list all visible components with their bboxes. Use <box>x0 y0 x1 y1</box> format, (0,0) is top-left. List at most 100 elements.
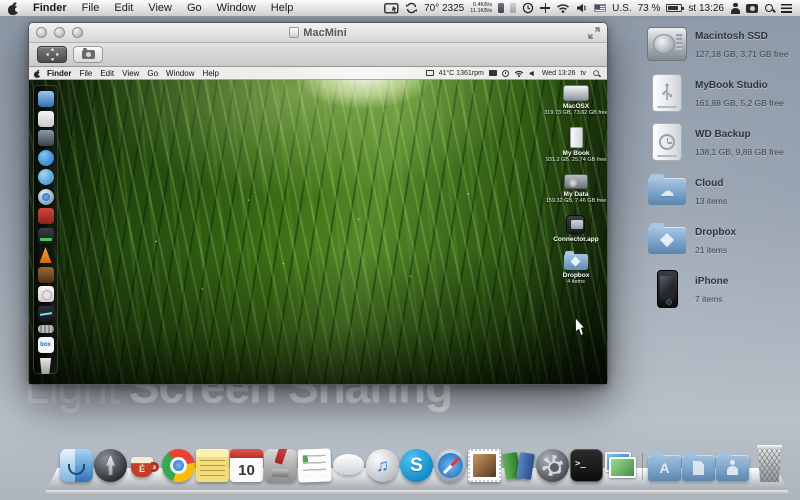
notification-center-icon[interactable] <box>781 4 792 13</box>
remote-icon-dropbox[interactable]: Dropbox 4 items <box>563 254 590 285</box>
keyboard-layout-status[interactable]: U.S. <box>612 3 631 14</box>
dock-screen-sharing-icon[interactable] <box>604 449 637 482</box>
zoom-button[interactable] <box>72 27 83 38</box>
dock-launchpad-icon[interactable] <box>94 449 127 482</box>
dropbox-folder-icon <box>564 254 588 270</box>
remote-display-status-icon[interactable] <box>426 70 434 76</box>
window-titlebar[interactable]: MacMini <box>29 23 607 43</box>
remote-dock-browser-icon[interactable] <box>38 169 54 185</box>
menu-go[interactable]: Go <box>187 2 202 14</box>
sync-status-icon[interactable] <box>405 2 418 14</box>
apple-menu-icon[interactable] <box>8 3 19 15</box>
desktop-icon-wd-backup[interactable]: WD Backup 138,1 GB, 9,88 GB free <box>646 122 798 162</box>
remote-dock-itunes-icon[interactable] <box>38 150 54 166</box>
remote-icon-connector[interactable]: Connector.app <box>553 215 599 243</box>
remote-screen-status-icon[interactable] <box>489 70 497 76</box>
iphone-status-icon[interactable] <box>498 3 504 13</box>
remote-wifi-icon[interactable] <box>514 70 524 77</box>
desktop-icon-cloud[interactable]: ☁ Cloud 13 items <box>646 171 798 211</box>
dock-utility-icon[interactable] <box>264 449 297 482</box>
remote-apple-menu-icon[interactable] <box>34 70 41 77</box>
battery-icon[interactable] <box>666 4 682 12</box>
remote-icon-mydata[interactable]: My Data 159.32 GB, 7.46 GB free <box>546 174 607 204</box>
remote-volume-icon[interactable] <box>529 70 537 77</box>
dock-chrome-icon[interactable] <box>162 449 195 482</box>
temperature-status[interactable]: 70° 2325 <box>424 3 464 14</box>
dock-preferences-icon[interactable] <box>536 449 569 482</box>
dock-skype-icon[interactable]: S <box>400 449 433 482</box>
menu-file[interactable]: File <box>82 2 100 14</box>
menu-window[interactable]: Window <box>217 2 256 14</box>
remote-menu-finder[interactable]: Finder <box>47 69 71 78</box>
remote-dock-safari-icon[interactable] <box>38 189 54 205</box>
network-speed-status[interactable]: 0.4KB/s 11.1KB/s <box>470 2 492 14</box>
desktop-icon-dropbox[interactable]: Dropbox 21 items <box>646 220 798 260</box>
close-button[interactable] <box>36 27 47 38</box>
remote-dock-activity-monitor-icon[interactable] <box>38 306 54 322</box>
spotlight-search-icon[interactable] <box>764 3 775 14</box>
remote-sensors-status[interactable]: 41°C 1361rpm <box>439 70 484 77</box>
dock-reminders-icon[interactable] <box>297 448 331 482</box>
ipad-status-icon[interactable] <box>510 3 516 13</box>
remote-dock-media-app-icon[interactable] <box>38 267 54 283</box>
dock-documents-folder-icon[interactable] <box>682 455 715 481</box>
dock-notes-icon[interactable] <box>196 449 229 482</box>
external-drive-icon <box>570 127 583 148</box>
scale-screen-button[interactable] <box>37 46 67 63</box>
remote-menu-go[interactable]: Go <box>147 69 158 78</box>
screenshot-button[interactable] <box>73 46 103 63</box>
battery-percentage[interactable]: 73 % <box>638 3 661 14</box>
camera-status-icon[interactable] <box>746 4 758 13</box>
menu-help[interactable]: Help <box>271 2 294 14</box>
remote-menu-edit[interactable]: Edit <box>100 69 114 78</box>
remote-icon-mybook[interactable]: My Book 931.2 GB, 25.74 GB free <box>546 127 607 163</box>
menu-edit[interactable]: Edit <box>114 2 133 14</box>
remote-icon-macosx[interactable]: MacOSX 319.73 GB, 73.62 GB free <box>544 85 607 116</box>
menu-finder[interactable]: Finder <box>33 2 67 14</box>
remote-dock-mail-icon[interactable] <box>38 111 54 127</box>
remote-dock-vlc-icon[interactable] <box>38 247 54 263</box>
dock-library-icon[interactable] <box>502 449 535 482</box>
remote-dock-frontrow-icon[interactable] <box>38 208 54 224</box>
dock-users-folder-icon[interactable] <box>716 455 749 481</box>
remote-dock-finder-icon[interactable] <box>38 91 54 107</box>
desktop-icon-iphone[interactable]: iPhone 7 items <box>646 269 798 309</box>
minimize-button[interactable] <box>54 27 65 38</box>
dock-safari-icon[interactable] <box>434 449 467 482</box>
remote-spotlight-icon[interactable] <box>593 69 601 77</box>
remote-user-status[interactable]: tv <box>581 70 586 77</box>
remote-menu-clock[interactable]: Wed 13:26 <box>542 70 576 77</box>
menu-view[interactable]: View <box>148 2 172 14</box>
remote-menu-window[interactable]: Window <box>166 69 194 78</box>
dock-calendar-icon[interactable]: 10 <box>230 449 263 482</box>
dock-itunes-icon[interactable]: ♫ <box>366 449 399 482</box>
dock-applications-folder-icon[interactable]: A <box>648 455 681 481</box>
screen-sharing-status-icon[interactable] <box>384 3 399 14</box>
fullscreen-toggle-icon[interactable] <box>588 27 600 39</box>
remote-menu-view[interactable]: View <box>122 69 139 78</box>
time-machine-status-icon[interactable] <box>522 2 534 14</box>
remote-dock-box-icon[interactable]: box <box>38 337 54 353</box>
menu-clock[interactable]: st 13:26 <box>688 3 724 14</box>
desktop-icon-macintosh-ssd[interactable]: Macintosh SSD 127,18 GB, 3,71 GB free <box>646 24 798 64</box>
dock-mail-icon[interactable] <box>468 449 501 482</box>
wifi-status-icon[interactable] <box>556 3 570 13</box>
remote-dock-display-icon[interactable] <box>38 130 54 146</box>
remote-clock-icon[interactable] <box>502 70 509 77</box>
remote-dock-status-app-icon[interactable] <box>38 228 54 244</box>
remote-desktop[interactable]: Finder File Edit View Go Window Help 41°… <box>29 67 607 384</box>
fast-user-switching-icon[interactable] <box>730 3 740 14</box>
remote-menu-help[interactable]: Help <box>202 69 218 78</box>
desktop-icon-mybook-studio[interactable]: MyBook Studio 161,88 GB, 5,2 GB free <box>646 73 798 113</box>
remote-dock-ruler-icon[interactable] <box>38 325 54 333</box>
dock-terminal-icon[interactable]: >_ <box>570 449 603 482</box>
remote-menu-file[interactable]: File <box>79 69 92 78</box>
dock-espresso-icon[interactable]: É <box>128 449 161 482</box>
location-status-icon[interactable] <box>540 3 550 13</box>
us-flag-icon[interactable] <box>594 4 606 12</box>
remote-dock-ipod-icon[interactable] <box>38 286 54 302</box>
remote-dock-trash-icon[interactable] <box>38 358 54 374</box>
dock-finder-icon[interactable] <box>60 449 93 482</box>
volume-status-icon[interactable] <box>576 3 588 13</box>
dock-messages-icon[interactable] <box>332 449 365 482</box>
